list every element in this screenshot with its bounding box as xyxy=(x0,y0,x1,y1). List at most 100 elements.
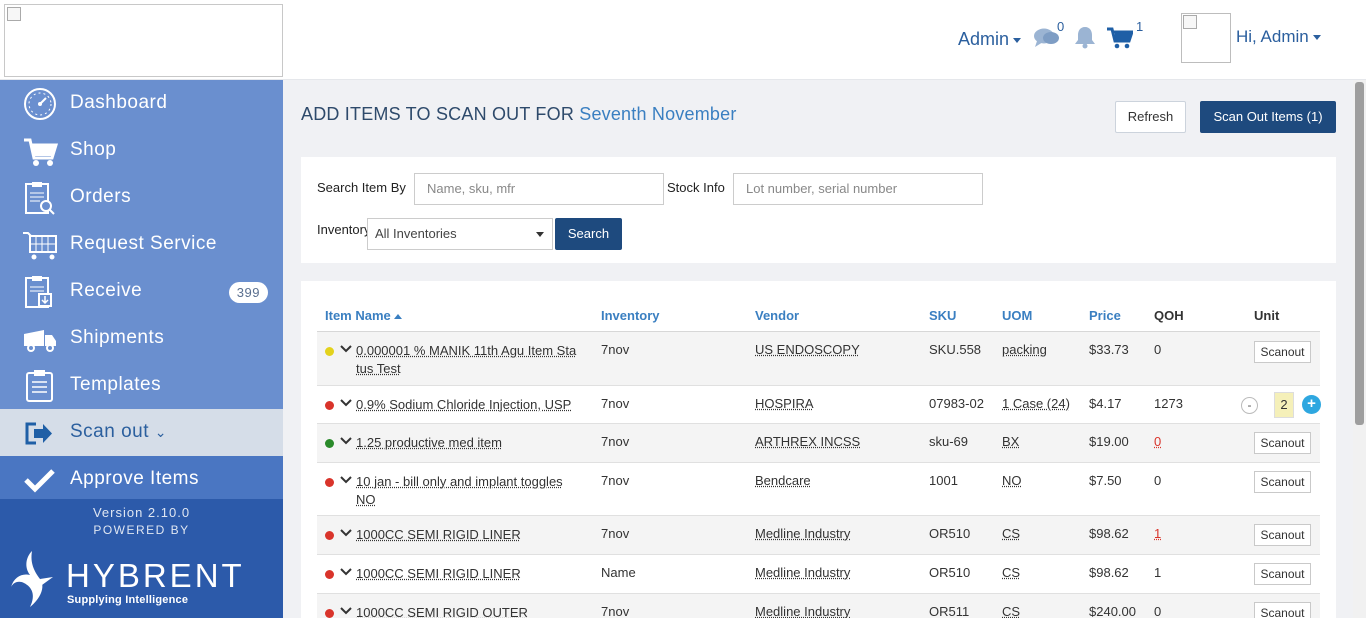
decrease-quantity-button[interactable]: - xyxy=(1241,397,1258,414)
quantity-input[interactable]: 2 xyxy=(1274,392,1294,418)
price-cell: $33.73 xyxy=(1089,342,1129,357)
sku-cell: OR510 xyxy=(929,526,971,541)
item-name-link[interactable]: 0.9% Sodium Chloride Injection, USP xyxy=(356,396,588,414)
vendor-cell[interactable]: Medline Industry xyxy=(755,604,850,618)
qoh-cell: 0 xyxy=(1154,604,1162,618)
uom-cell[interactable]: BX xyxy=(1002,434,1019,449)
scan-out-items-button[interactable]: Scan Out Items (1) xyxy=(1200,101,1336,133)
increase-quantity-button[interactable]: + xyxy=(1302,395,1321,414)
column-header-inventory[interactable]: Inventory xyxy=(601,308,660,323)
sidebar-item-label: Templates xyxy=(70,374,162,395)
item-name-link[interactable]: 1000CC SEMI RIGID LINER xyxy=(356,526,588,544)
chevron-down-icon[interactable] xyxy=(339,397,353,409)
chevron-down-icon[interactable] xyxy=(339,605,353,617)
sidebar-item-templates[interactable]: Templates xyxy=(0,362,283,409)
sidebar-item-approve-items[interactable]: Approve Items xyxy=(0,456,283,503)
column-header-unit: Unit xyxy=(1254,308,1280,323)
inventory-select[interactable]: All Inventories xyxy=(367,218,553,250)
scanout-button[interactable]: Scanout xyxy=(1254,524,1311,546)
search-button[interactable]: Search xyxy=(555,218,622,250)
inventory-cell: 7nov xyxy=(601,434,630,449)
page-title-prefix: ADD ITEMS TO SCAN OUT FOR xyxy=(301,104,575,124)
refresh-button[interactable]: Refresh xyxy=(1115,101,1186,133)
price-cell: $7.50 xyxy=(1089,473,1122,488)
chevron-down-icon[interactable] xyxy=(339,474,353,486)
table-row[interactable]: 1000CC SEMI RIGID LINER 7nov Medline Ind… xyxy=(317,516,1320,555)
inventory-cell: 7nov xyxy=(601,342,630,357)
uom-cell[interactable]: CS xyxy=(1002,604,1020,618)
column-header-price[interactable]: Price xyxy=(1089,308,1121,323)
scanout-button[interactable]: Scanout xyxy=(1254,602,1311,618)
table-row[interactable]: 1.25 productive med item 7nov ARTHREX IN… xyxy=(317,424,1320,463)
vendor-cell[interactable]: Bendcare xyxy=(755,473,811,488)
search-item-input[interactable]: Name, sku, mfr xyxy=(414,173,664,205)
item-name-link[interactable]: 1000CC SEMI RIGID OUTER CANISTER xyxy=(356,604,588,618)
inventory-cell: 7nov xyxy=(601,396,630,411)
uom-cell[interactable]: CS xyxy=(1002,526,1020,541)
sidebar-item-scan-out[interactable]: Scan out ⌄ xyxy=(0,409,283,456)
vendor-cell[interactable]: Medline Industry xyxy=(755,565,850,580)
inventory-cell: 7nov xyxy=(601,473,630,488)
company-logo[interactable] xyxy=(4,4,283,77)
sidebar-item-shipments[interactable]: Shipments xyxy=(0,315,283,362)
table-row[interactable]: 1000CC SEMI RIGID LINER Name Medline Ind… xyxy=(317,555,1320,594)
sidebar-item-dashboard[interactable]: Dashboard xyxy=(0,80,283,127)
scrollbar-thumb[interactable] xyxy=(1355,82,1364,425)
vendor-cell[interactable]: ARTHREX INCSS xyxy=(755,434,860,449)
vendor-cell[interactable]: HOSPIRA xyxy=(755,396,814,411)
column-header-uom[interactable]: UOM xyxy=(1002,308,1032,323)
scanout-button[interactable]: Scanout xyxy=(1254,563,1311,585)
scanout-button[interactable]: Scanout xyxy=(1254,471,1311,493)
item-name-link[interactable]: 10 jan - bill only and implant toggles NO xyxy=(356,473,588,509)
uom-cell[interactable]: NO xyxy=(1002,473,1022,488)
table-row[interactable]: 1000CC SEMI RIGID OUTER CANISTER 7nov Me… xyxy=(317,594,1320,618)
stock-info-input[interactable]: Lot number, serial number xyxy=(733,173,983,205)
uom-cell[interactable]: packing xyxy=(1002,342,1047,357)
table-row[interactable]: 0.9% Sodium Chloride Injection, USP 7nov… xyxy=(317,386,1321,424)
chevron-down-icon[interactable] xyxy=(339,435,353,447)
brand-name: HYBRENT xyxy=(66,557,245,594)
item-name-link[interactable]: 0.000001 % MANIK 11th Agu Item Sta tus Te… xyxy=(356,342,588,378)
caret-down-icon xyxy=(1312,35,1321,41)
column-header-qoh: QOH xyxy=(1154,308,1184,323)
chevron-down-icon[interactable] xyxy=(339,527,353,539)
column-header-vendor[interactable]: Vendor xyxy=(755,308,799,323)
inventory-cell: 7nov xyxy=(601,526,630,541)
sku-cell: OR510 xyxy=(929,565,971,580)
qoh-cell-alert[interactable]: 1 xyxy=(1154,526,1161,541)
column-header-item-name[interactable]: Item Name xyxy=(325,308,402,323)
sidebar-item-orders[interactable]: Orders xyxy=(0,174,283,221)
sidebar-item-request-service[interactable]: Request Service xyxy=(0,221,283,268)
sku-cell: OR511 xyxy=(929,604,970,618)
scanout-button[interactable]: Scanout xyxy=(1254,432,1311,454)
user-menu[interactable]: Hi, Admin xyxy=(1236,27,1321,47)
vendor-cell[interactable]: US ENDOSCOPY xyxy=(755,342,860,357)
table-row[interactable]: 0.000001 % MANIK 11th Agu Item Sta tus Te… xyxy=(317,332,1320,386)
qoh-cell-alert[interactable]: 0 xyxy=(1154,434,1161,449)
sku-cell: sku-69 xyxy=(929,434,969,449)
item-name-link[interactable]: 1.25 productive med item xyxy=(356,434,588,452)
chevron-down-icon[interactable] xyxy=(339,566,353,578)
admin-menu[interactable]: Admin xyxy=(958,29,1022,50)
dashboard-gauge-icon xyxy=(22,87,58,121)
sidebar-item-label: Request Service xyxy=(70,233,217,254)
sidebar-item-shop[interactable]: Shop xyxy=(0,127,283,174)
sidebar-item-receive[interactable]: Receive 399 xyxy=(0,268,283,315)
column-header-sku[interactable]: SKU xyxy=(929,308,956,323)
scanout-button[interactable]: Scanout xyxy=(1254,341,1311,363)
page-scrollbar[interactable] xyxy=(1353,80,1366,618)
bell-icon[interactable] xyxy=(1074,25,1096,54)
uom-cell[interactable]: 1 Case (24) xyxy=(1002,396,1070,411)
status-dot xyxy=(325,347,334,356)
receive-count-badge: 399 xyxy=(228,282,268,303)
vendor-cell[interactable]: Medline Industry xyxy=(755,526,850,541)
uom-cell[interactable]: CS xyxy=(1002,565,1020,580)
table-row[interactable]: 10 jan - bill only and implant toggles NO… xyxy=(317,463,1320,516)
broken-image-icon xyxy=(1183,15,1197,29)
sort-ascending-icon xyxy=(393,314,402,319)
request-service-cart-icon xyxy=(22,228,58,262)
cart-icon[interactable] xyxy=(1107,27,1135,54)
item-name-link[interactable]: 1000CC SEMI RIGID LINER xyxy=(356,565,588,583)
avatar[interactable] xyxy=(1181,13,1231,63)
chevron-down-icon[interactable] xyxy=(339,343,353,355)
